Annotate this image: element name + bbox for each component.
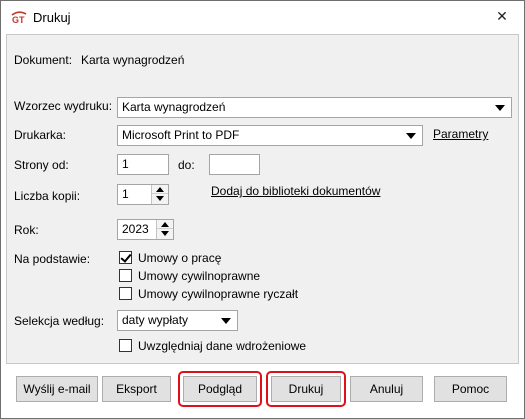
- export-button[interactable]: Eksport: [102, 376, 171, 402]
- copies-value: 1: [122, 187, 129, 201]
- checkbox-checked[interactable]: [119, 251, 132, 264]
- copies-spin-buttons: [151, 185, 168, 204]
- parameters-link[interactable]: Parametry: [433, 127, 488, 141]
- document-value: Karta wynagrodzeń: [81, 53, 185, 67]
- spin-up-icon[interactable]: [152, 185, 168, 194]
- pages-to-input[interactable]: [209, 154, 260, 175]
- spin-up-icon[interactable]: [157, 220, 173, 229]
- implementation-data-label: Uwzględniaj dane wdrożeniowe: [138, 339, 307, 353]
- chevron-down-icon: [221, 318, 231, 324]
- spin-down-icon[interactable]: [152, 194, 168, 203]
- chevron-down-icon: [495, 105, 505, 111]
- cancel-button[interactable]: Anuluj: [350, 376, 423, 402]
- basis-option-label: Umowy o pracę: [138, 251, 222, 265]
- year-spin-buttons: [156, 220, 173, 239]
- checkbox-unchecked[interactable]: [119, 269, 132, 282]
- send-email-button[interactable]: Wyślij e-mail: [16, 376, 98, 402]
- add-to-library-link[interactable]: Dodaj do biblioteki dokumentów: [211, 184, 380, 198]
- pages-from-label: Strony od:: [14, 158, 69, 172]
- print-dialog: GT Drukuj ✕ Dokument: Karta wynagrodzeń …: [0, 0, 525, 419]
- copies-stepper[interactable]: 1: [117, 184, 169, 205]
- printer-select-value: Microsoft Print to PDF: [122, 128, 240, 142]
- title-bar: GT Drukuj ✕: [1, 1, 524, 33]
- year-stepper[interactable]: 2023: [117, 219, 174, 240]
- window-title: Drukuj: [33, 10, 71, 25]
- basis-option-label: Umowy cywilnoprawne: [138, 269, 261, 283]
- preview-highlight: [178, 371, 262, 407]
- checkbox-unchecked[interactable]: [119, 287, 132, 300]
- pages-to-label: do:: [178, 158, 195, 172]
- selection-select[interactable]: daty wypłaty: [117, 310, 238, 331]
- document-label: Dokument:: [14, 53, 73, 67]
- spin-down-icon[interactable]: [157, 229, 173, 238]
- basis-option-label: Umowy cywilnoprawne ryczałt: [138, 287, 299, 301]
- printer-label: Drukarka:: [14, 128, 67, 142]
- template-select-value: Karta wynagrodzeń: [122, 100, 226, 114]
- selection-select-value: daty wypłaty: [122, 313, 189, 327]
- template-select[interactable]: Karta wynagrodzeń: [117, 97, 512, 118]
- year-label: Rok:: [14, 223, 39, 237]
- pages-from-value: 1: [122, 157, 129, 171]
- svg-text:GT: GT: [12, 15, 25, 24]
- checkbox-unchecked[interactable]: [119, 339, 132, 352]
- year-value: 2023: [122, 222, 149, 236]
- gt-logo-icon: GT: [11, 10, 27, 25]
- help-button[interactable]: Pomoc: [434, 376, 507, 402]
- selection-label: Selekcja według:: [14, 314, 105, 328]
- template-label: Wzorzec wydruku:: [14, 99, 113, 113]
- copies-label: Liczba kopii:: [14, 189, 81, 203]
- chevron-down-icon: [406, 133, 416, 139]
- basis-label: Na podstawie:: [14, 252, 91, 266]
- print-highlight: [266, 371, 346, 407]
- printer-select[interactable]: Microsoft Print to PDF: [117, 125, 423, 146]
- close-icon[interactable]: ✕: [487, 5, 517, 29]
- pages-from-input[interactable]: 1: [117, 154, 169, 175]
